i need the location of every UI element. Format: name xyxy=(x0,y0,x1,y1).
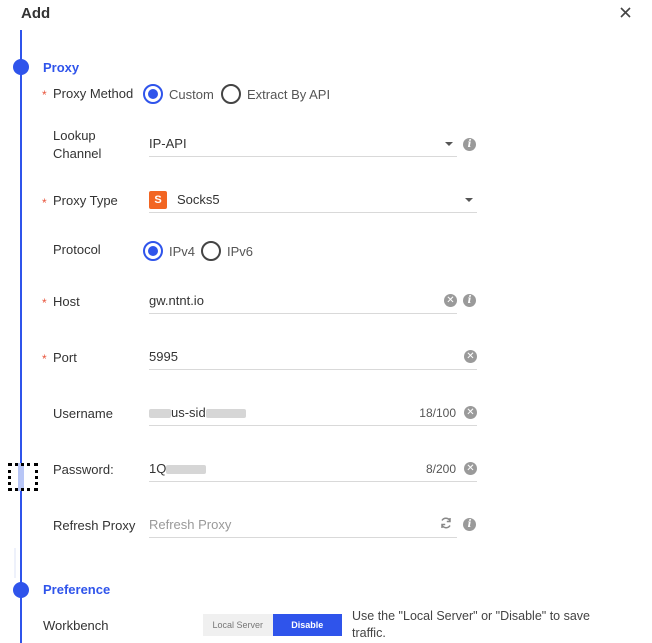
chevron-down-icon xyxy=(465,197,473,202)
clear-icon[interactable]: ✕ xyxy=(464,350,477,363)
close-icon[interactable] xyxy=(617,4,635,22)
required-mark: * xyxy=(42,196,47,210)
required-mark: * xyxy=(42,352,47,366)
radio-label: IPv6 xyxy=(227,243,254,259)
info-icon[interactable]: i xyxy=(463,518,476,531)
lookup-channel-label: Lookup Channel xyxy=(53,127,101,163)
workbench-local-server-option[interactable]: Local Server xyxy=(203,614,273,636)
redacted-mask xyxy=(166,465,207,475)
preference-section-title: Preference xyxy=(43,582,111,597)
workbench-disable-option[interactable]: Disable xyxy=(272,614,342,636)
username-label: Username xyxy=(53,406,113,421)
lookup-channel-select[interactable]: IP-API xyxy=(149,131,457,157)
info-icon[interactable]: i xyxy=(463,138,476,151)
redacted-mask xyxy=(149,409,171,419)
redacted-mask xyxy=(205,409,246,419)
radio-label: Custom xyxy=(169,86,214,102)
host-label: Host xyxy=(53,294,80,309)
radio-checked-icon xyxy=(143,84,163,104)
host-input[interactable]: gw.ntnt.io ✕ xyxy=(149,288,457,314)
port-input[interactable]: 5995 ✕ xyxy=(149,344,477,370)
preference-section-dot xyxy=(13,582,29,598)
username-input[interactable]: us-sid 18/100 ✕ xyxy=(149,400,477,426)
port-value: 5995 xyxy=(149,349,178,364)
lookup-channel-label-line1: Lookup xyxy=(53,128,96,143)
chevron-down-icon xyxy=(445,141,453,146)
clear-icon[interactable]: ✕ xyxy=(464,406,477,419)
password-label: Password: xyxy=(53,462,114,477)
clear-icon[interactable]: ✕ xyxy=(464,462,477,475)
proxy-type-value: Socks5 xyxy=(177,192,220,207)
password-counter: 8/200 xyxy=(425,461,456,476)
password-value: 1Q xyxy=(149,461,426,476)
selection-marker xyxy=(8,463,38,491)
proxy-type-select[interactable]: S Socks5 xyxy=(149,187,477,213)
workbench-label: Workbench xyxy=(43,618,109,633)
refresh-icon[interactable] xyxy=(439,516,453,533)
required-mark: * xyxy=(42,296,47,310)
required-mark: * xyxy=(42,88,47,102)
proxy-method-custom-radio[interactable]: Custom xyxy=(143,84,214,104)
lookup-channel-label-line2: Channel xyxy=(53,146,102,161)
dialog-title: Add xyxy=(21,5,51,22)
username-value: us-sid xyxy=(149,405,419,420)
username-visible-text: us-sid xyxy=(171,405,206,420)
proxy-type-label: Proxy Type xyxy=(53,193,118,208)
socks5-icon: S xyxy=(149,190,167,209)
radio-label: Extract By API xyxy=(247,86,331,102)
lookup-channel-value: IP-API xyxy=(149,136,187,151)
refresh-proxy-input[interactable]: Refresh Proxy xyxy=(149,512,457,538)
workbench-description: Use the "Local Server" or "Disable" to s… xyxy=(352,609,590,640)
radio-unchecked-icon xyxy=(201,241,221,261)
proxy-method-label: Proxy Method xyxy=(53,86,134,101)
clear-icon[interactable]: ✕ xyxy=(444,294,457,307)
timeline-line xyxy=(20,30,22,643)
port-label: Port xyxy=(53,350,77,365)
protocol-ipv6-radio[interactable]: IPv6 xyxy=(201,241,253,261)
password-visible-text: 1Q xyxy=(149,461,167,476)
host-value: gw.ntnt.io xyxy=(149,293,204,308)
protocol-ipv4-radio[interactable]: IPv4 xyxy=(143,241,195,261)
timeline-ghost xyxy=(14,548,16,578)
radio-unchecked-icon xyxy=(221,84,241,104)
info-icon[interactable]: i xyxy=(463,294,476,307)
username-counter: 18/100 xyxy=(419,405,456,420)
proxy-section-dot xyxy=(13,59,29,75)
refresh-proxy-placeholder: Refresh Proxy xyxy=(149,517,232,532)
workbench-toggle[interactable]: Local Server Disable xyxy=(203,614,342,636)
radio-label: IPv4 xyxy=(169,243,196,259)
radio-checked-icon xyxy=(143,241,163,261)
password-input[interactable]: 1Q 8/200 ✕ xyxy=(149,456,477,482)
proxy-method-api-radio[interactable]: Extract By API xyxy=(221,84,330,104)
protocol-label: Protocol xyxy=(53,242,101,257)
proxy-section-title: Proxy xyxy=(43,60,80,75)
refresh-proxy-label: Refresh Proxy xyxy=(53,518,136,533)
